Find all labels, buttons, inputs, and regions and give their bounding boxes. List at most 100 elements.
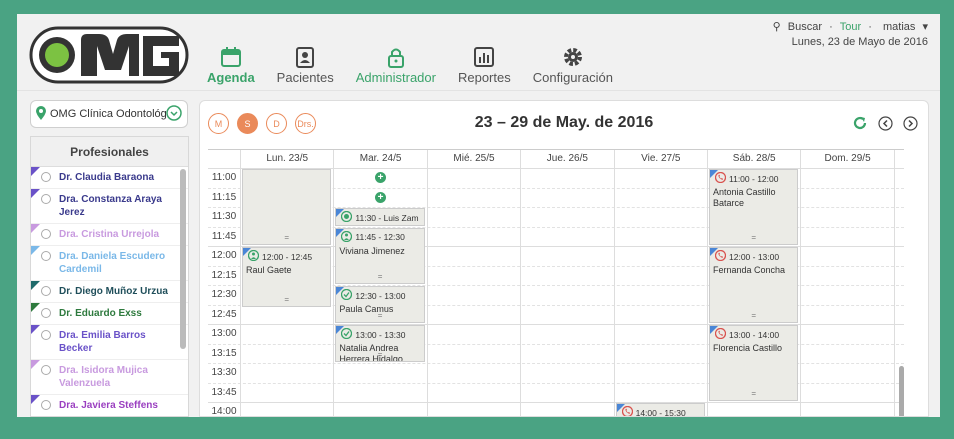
nav-agenda[interactable]: Agenda xyxy=(207,44,255,85)
profesional-radio[interactable] xyxy=(41,194,51,204)
profesional-radio[interactable] xyxy=(41,400,51,410)
appointment-card[interactable]: 14:00 - 15:30 xyxy=(615,403,705,417)
profesional-item[interactable]: Dra. Isidora Mujica Valenzuela xyxy=(31,360,188,395)
profesional-name: Dra. Constanza Araya Jerez xyxy=(59,194,162,218)
time-label: 13:00 xyxy=(211,328,237,339)
time-label: 11:00 xyxy=(211,172,237,183)
profesional-radio[interactable] xyxy=(41,251,51,261)
profesional-name: Dra. Isidora Mujica Valenzuela xyxy=(59,365,148,389)
search-link[interactable]: ⚲ Buscar xyxy=(769,21,822,33)
appointment-card[interactable]: 12:30 - 13:00 Paula Camus = xyxy=(335,286,425,323)
professional-color-tag xyxy=(616,404,625,412)
day-header: Mié. 25/5 xyxy=(426,150,520,168)
time-label: 11:30 xyxy=(211,211,237,222)
appointment-card[interactable]: 13:00 - 13:30 Natalia Andrea Herrera Hida… xyxy=(335,325,425,362)
profesional-item[interactable]: Dra. Daniela Escudero Cardemil xyxy=(31,246,188,281)
resize-handle[interactable]: = xyxy=(336,349,423,360)
main-nav: Agenda Pacientes Administrador Reportes … xyxy=(207,44,613,85)
appointment-time: 11:00 - 12:00 xyxy=(729,173,779,184)
resize-handle[interactable]: = xyxy=(710,310,797,321)
refresh-icon[interactable] xyxy=(852,115,868,136)
time-label: 11:45 xyxy=(211,230,237,242)
profesional-radio[interactable] xyxy=(41,365,51,375)
profesional-item[interactable]: Dra. Constanza Araya Jerez xyxy=(31,189,188,224)
nav-pacientes[interactable]: Pacientes xyxy=(277,44,334,85)
appointment-time-row: 12:30 - 13:00 xyxy=(339,288,420,303)
clinic-select[interactable]: OMG Clínica Odontológica xyxy=(30,100,188,128)
week-range-title: 23 – 29 de May. de 2016 xyxy=(474,114,654,131)
profesional-radio[interactable] xyxy=(41,330,51,340)
chevron-down-icon: ▾ xyxy=(922,21,928,33)
profesional-item[interactable]: Dra. Javiera Steffens xyxy=(31,395,188,416)
lock-icon xyxy=(385,44,407,70)
resize-handle[interactable]: = xyxy=(243,294,330,305)
time-label: 13:15 xyxy=(211,347,237,359)
profesional-item[interactable]: Dra. Cristina Urrejola xyxy=(31,224,188,246)
day-header: Sáb. 28/5 xyxy=(707,150,800,168)
appointment-time: 12:00 - 13:00 xyxy=(729,251,780,262)
time-label: 12:30 xyxy=(211,289,237,300)
week-grid: Lun. 23/5 Mar. 24/5 Mié. 25/5 Jue. 26/5 Vie.… xyxy=(208,149,904,417)
column-divider xyxy=(520,150,522,416)
separator: · xyxy=(829,21,833,33)
profesional-item[interactable]: Dr. Claudia Baraona xyxy=(31,167,188,189)
user-label: matias xyxy=(883,21,916,33)
profesionales-title: Profesionales xyxy=(31,137,188,167)
profesionales-panel: Profesionales Dr. Claudia Baraona Dra. Co… xyxy=(30,136,189,417)
appointment-card[interactable]: 11:30 - Luis Zam xyxy=(335,208,425,226)
appointment-card[interactable]: 13:00 - 14:00 Florencia Castillo = xyxy=(709,325,799,401)
patient-name: Florencia Castillo xyxy=(713,343,783,353)
add-appointment-icon[interactable]: + xyxy=(375,191,387,203)
calendar-scrollbar[interactable] xyxy=(899,366,904,416)
profesional-item[interactable]: Dra. Emilia Barros Becker xyxy=(31,325,188,360)
profesional-item[interactable]: Dr. Diego Muñoz Urzua xyxy=(31,281,188,303)
nav-administrador-label: Administrador xyxy=(355,70,436,85)
column-divider xyxy=(613,150,615,416)
resize-handle[interactable]: = xyxy=(243,232,330,243)
nav-reportes[interactable]: Reportes xyxy=(458,44,511,85)
appointment-card[interactable]: 12:00 - 13:00 Fernanda Concha = xyxy=(709,247,799,323)
next-week-icon[interactable] xyxy=(903,115,918,136)
professional-color-tag xyxy=(336,228,345,237)
appointment-card[interactable]: 11:45 - 12:30 Viviana Jimenez = xyxy=(335,227,425,284)
day-header: Jue. 26/5 xyxy=(520,150,613,168)
patient-name: Fernanda Concha xyxy=(713,265,786,275)
prev-week-icon[interactable] xyxy=(878,115,893,136)
tour-link[interactable]: Tour xyxy=(840,21,861,33)
nav-configuracion[interactable]: Configuración xyxy=(533,44,613,85)
appointment-time-row: 11:00 - 12:00 xyxy=(713,171,794,186)
patient-name: Antonia Castillo Batarce xyxy=(713,187,776,208)
color-tag xyxy=(31,303,40,312)
profesional-name: Dr. Claudia Baraona xyxy=(59,172,155,183)
nav-administrador[interactable]: Administrador xyxy=(356,44,436,85)
profesional-radio[interactable] xyxy=(41,229,51,239)
column-divider xyxy=(893,150,895,416)
resize-handle[interactable]: = xyxy=(336,310,423,321)
search-label: Buscar xyxy=(787,21,822,33)
nav-agenda-label: Agenda xyxy=(207,70,255,85)
appointment-time: 14:00 - 15:30 xyxy=(635,407,686,417)
column-divider xyxy=(800,150,802,416)
profesional-radio[interactable] xyxy=(41,308,51,318)
appointment-card[interactable]: 11:00 - 12:00 Antonia Castillo Batarce = xyxy=(709,169,799,245)
contacts-icon xyxy=(294,44,316,70)
appointment-card[interactable]: 12:00 - 12:45 Raul Gaete = xyxy=(242,247,332,308)
resize-handle[interactable]: = xyxy=(710,232,797,243)
profesionales-scrollbar[interactable] xyxy=(180,169,186,349)
time-label: 13:45 xyxy=(211,386,237,398)
clinic-label: OMG Clínica Odontológica xyxy=(50,108,166,120)
profesional-radio[interactable] xyxy=(41,286,51,296)
profesionales-list: Dr. Claudia Baraona Dra. Constanza Araya … xyxy=(31,167,188,416)
appointment-time-row: 13:00 - 13:30 xyxy=(339,327,420,342)
resize-handle[interactable]: = xyxy=(336,271,423,282)
appointment-time: 12:30 - 13:00 xyxy=(355,290,406,301)
column-divider xyxy=(333,150,335,416)
resize-handle[interactable]: = xyxy=(710,388,797,399)
blocked-time-slot[interactable]: = xyxy=(242,169,332,245)
calendar-controls xyxy=(852,115,918,136)
profesional-radio[interactable] xyxy=(41,172,51,182)
user-menu[interactable]: matias ▾ xyxy=(879,21,928,33)
profesional-item[interactable]: Dr. Eduardo Exss xyxy=(31,303,188,325)
color-tag xyxy=(31,360,40,369)
profesional-name: Dra. Cristina Urrejola xyxy=(59,229,160,240)
